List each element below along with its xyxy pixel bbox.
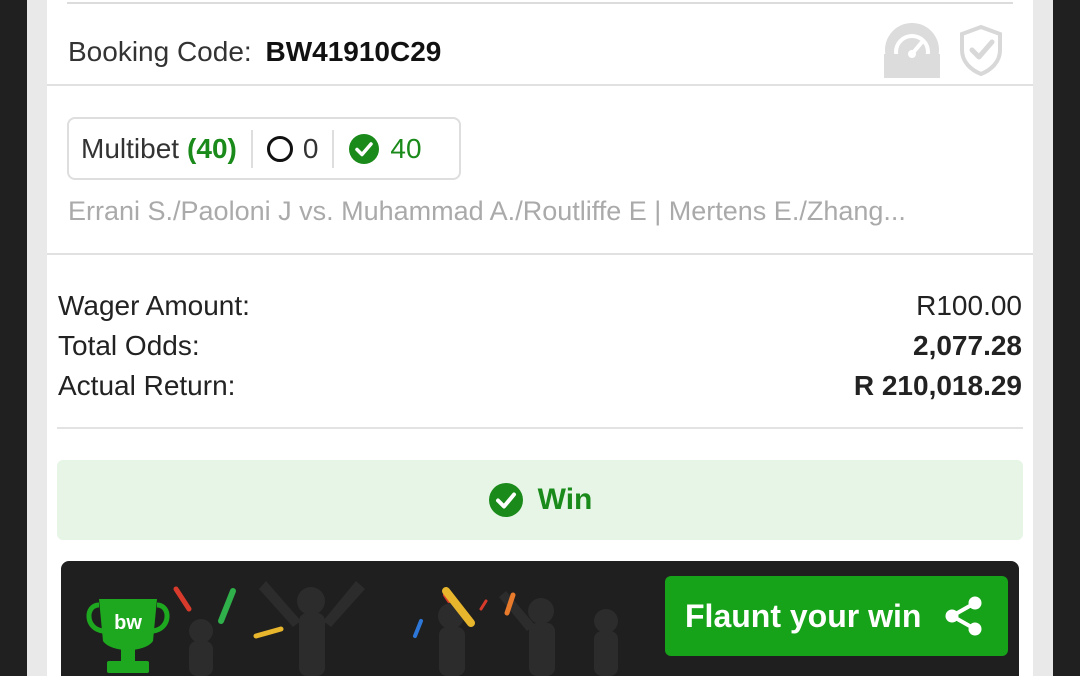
return-row: Actual Return: R 210,018.29	[58, 370, 1022, 404]
odds-value: 2,077.28	[913, 330, 1022, 361]
odds-label: Total Odds:	[58, 330, 200, 361]
flaunt-banner: bw Flaunt your win	[61, 561, 1019, 676]
return-value: R 210,018.29	[853, 370, 1022, 401]
multibet-summary[interactable]: Multibet (40) 0 40	[67, 117, 461, 180]
trophy-icon: bw	[86, 599, 170, 673]
booking-code-label: Booking Code:	[68, 36, 252, 67]
bet-card: Booking Code: BW41910C29 Multibet (40) 0…	[27, 0, 1053, 676]
bet-card-inner: Booking Code: BW41910C29 Multibet (40) 0…	[47, 0, 1033, 676]
return-label: Actual Return:	[58, 370, 236, 401]
wager-value: R100.00	[916, 290, 1022, 321]
multibet-type: Multibet	[81, 132, 180, 164]
win-status-label: Win	[537, 483, 593, 516]
win-status-banner: Win	[57, 460, 1023, 540]
top-divider	[67, 2, 1013, 4]
booking-code-value[interactable]: BW41910C29	[265, 36, 441, 67]
odds-row: Total Odds: 2,077.28	[58, 330, 1022, 364]
wager-label: Wager Amount:	[58, 290, 250, 321]
trophy-logo-text: bw	[114, 612, 142, 634]
booking-row: Booking Code: BW41910C29	[47, 8, 1033, 84]
multibet-label: Multibet (40)	[69, 133, 237, 165]
pill-divider	[332, 129, 335, 168]
open-count: 0	[302, 132, 319, 164]
events-summary[interactable]: Errani S./Paoloni J vs. Muhammad A./Rout…	[68, 196, 1018, 227]
share-icon	[945, 596, 982, 636]
flaunt-button-label: Flaunt your win	[685, 597, 922, 634]
booking-code: Booking Code: BW41910C29	[68, 36, 441, 68]
section-divider	[47, 84, 1033, 86]
summary-divider	[57, 427, 1023, 429]
wager-row: Wager Amount: R100.00	[58, 290, 1022, 324]
won-count: 40	[390, 132, 422, 164]
check-circle-icon	[349, 133, 380, 164]
pill-divider	[250, 129, 253, 168]
open-circle-icon	[266, 135, 293, 162]
section-divider	[47, 253, 1033, 255]
shield-check-icon[interactable]	[957, 24, 1005, 76]
check-circle-icon	[488, 483, 523, 517]
speedometer-icon[interactable]	[884, 22, 940, 78]
multibet-count: (40)	[187, 132, 237, 164]
flaunt-your-win-button[interactable]: Flaunt your win	[665, 576, 1008, 656]
